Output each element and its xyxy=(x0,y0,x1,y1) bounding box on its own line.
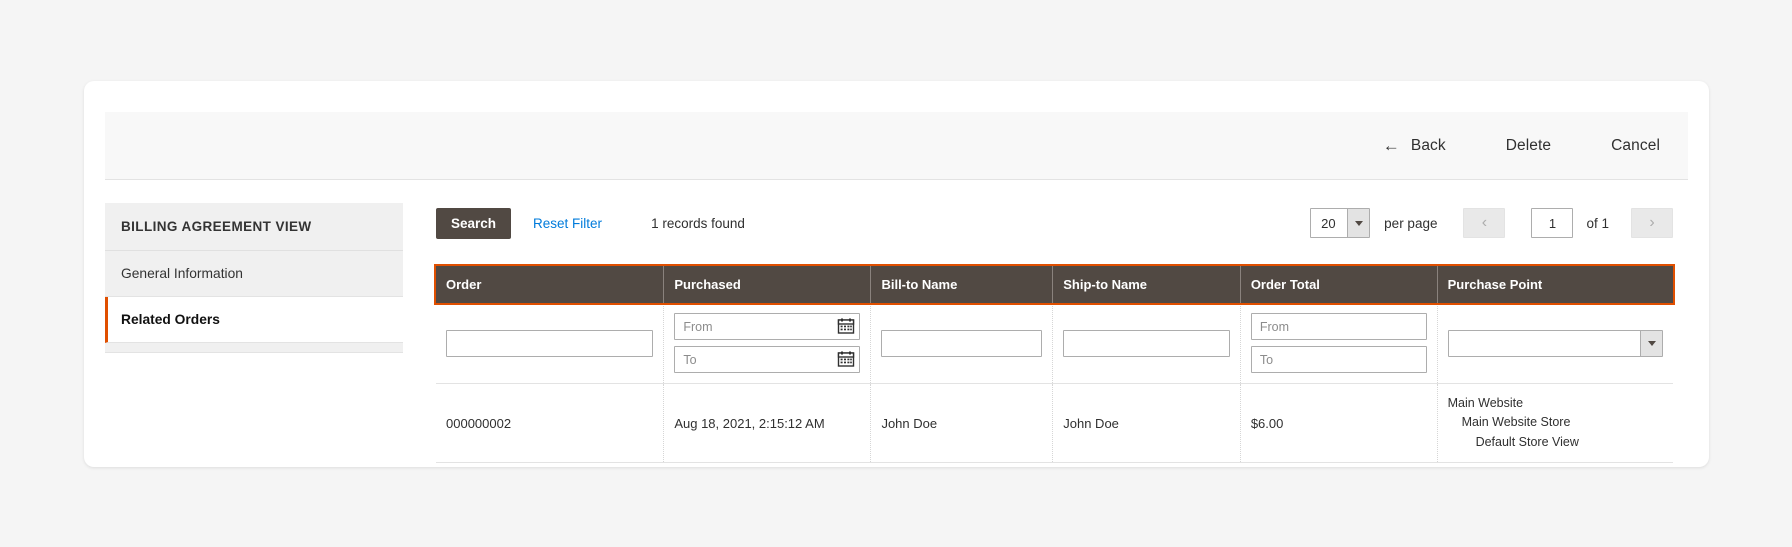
filter-cell-purchase-point xyxy=(1437,303,1673,384)
purchase-point-website: Main Website xyxy=(1447,396,1524,410)
column-header-bill-to-name[interactable]: Bill-to Name xyxy=(870,266,1054,303)
page-total-label: of 1 xyxy=(1586,215,1609,231)
filter-bill-to-name-input[interactable] xyxy=(881,329,1043,357)
cell-order-total: $6.00 xyxy=(1240,383,1438,464)
pager: 20 per page ‹ of 1 › xyxy=(1310,208,1673,238)
cell-bill-to-name: John Doe xyxy=(870,383,1054,464)
per-page-value: 20 xyxy=(1321,215,1336,231)
page-actions-bar: ← Back Delete Cancel xyxy=(105,112,1688,180)
table-row[interactable]: 000000002 Aug 18, 2021, 2:15:12 AM John … xyxy=(436,383,1673,464)
sidebar: BILLING AGREEMENT VIEW General Informati… xyxy=(105,203,403,353)
sidebar-item-label: General Information xyxy=(121,266,243,281)
filter-cell-order-total xyxy=(1240,303,1438,384)
sidebar-item-label: Related Orders xyxy=(121,312,220,327)
back-button[interactable]: ← Back xyxy=(1373,131,1456,161)
purchase-point-store-view: Default Store View xyxy=(1475,434,1579,449)
chevron-down-icon xyxy=(1640,330,1662,356)
filter-total-from-input[interactable] xyxy=(1250,313,1427,340)
per-page-label: per page xyxy=(1384,215,1438,231)
column-header-order[interactable]: Order xyxy=(436,266,665,303)
filter-purchased-to-input[interactable] xyxy=(674,346,861,373)
table-header-row: Order Purchased Bill-to Name Ship-to Nam… xyxy=(434,264,1675,305)
column-header-order-total[interactable]: Order Total xyxy=(1240,266,1438,303)
chevron-left-icon[interactable]: ‹ xyxy=(1463,208,1506,238)
table-filter-row xyxy=(436,303,1673,384)
sidebar-title: BILLING AGREEMENT VIEW xyxy=(105,203,403,251)
filter-cell-order xyxy=(436,303,665,384)
column-header-ship-to-name[interactable]: Ship-to Name xyxy=(1052,266,1241,303)
filter-purchased-to xyxy=(674,346,861,373)
chevron-down-icon xyxy=(1347,209,1370,237)
cell-order: 000000002 xyxy=(436,383,665,464)
main-content: Search Reset Filter 1 records found 20 p… xyxy=(434,203,1675,464)
filter-cell-ship-to-name xyxy=(1052,303,1241,384)
sidebar-item-related-orders[interactable]: Related Orders xyxy=(105,297,403,343)
search-button[interactable]: Search xyxy=(436,207,512,239)
calendar-icon[interactable] xyxy=(837,317,855,335)
filter-total-to xyxy=(1250,346,1427,373)
filter-total-to-input[interactable] xyxy=(1250,346,1427,373)
cell-purchase-point: Main Website Main Website Store Default … xyxy=(1437,383,1673,464)
filter-purchased-from-input[interactable] xyxy=(674,313,861,340)
sidebar-item-general-information[interactable]: General Information xyxy=(105,251,403,297)
reset-filter-link[interactable]: Reset Filter xyxy=(533,216,602,231)
filter-total-from xyxy=(1250,313,1427,340)
filter-purchased-from xyxy=(674,313,861,340)
cancel-button[interactable]: Cancel xyxy=(1601,131,1670,161)
grid-toolbar: Search Reset Filter 1 records found 20 p… xyxy=(436,203,1673,243)
filter-order-input[interactable] xyxy=(446,329,654,357)
page-card: ← Back Delete Cancel BILLING AGREEMENT V… xyxy=(84,81,1709,467)
filter-purchase-point-value xyxy=(1449,331,1640,356)
purchase-point-store: Main Website Store xyxy=(1461,415,1571,430)
filter-ship-to-name-input[interactable] xyxy=(1063,329,1230,357)
related-orders-table: Order Purchased Bill-to Name Ship-to Nam… xyxy=(434,264,1675,464)
page-number-input[interactable] xyxy=(1531,208,1574,238)
chevron-right-icon[interactable]: › xyxy=(1631,208,1673,238)
column-header-purchased[interactable]: Purchased xyxy=(663,266,872,303)
cell-ship-to-name: John Doe xyxy=(1052,383,1241,464)
filter-purchase-point-select[interactable] xyxy=(1447,329,1663,357)
sidebar-footer-strip xyxy=(105,343,403,353)
filter-cell-purchased xyxy=(663,303,872,384)
records-found-label: 1 records found xyxy=(651,215,745,231)
back-button-label: Back xyxy=(1410,136,1446,154)
per-page-select[interactable]: 20 xyxy=(1310,208,1371,238)
calendar-icon[interactable] xyxy=(837,350,855,368)
cell-purchased: Aug 18, 2021, 2:15:12 AM xyxy=(663,383,872,464)
column-header-purchase-point[interactable]: Purchase Point xyxy=(1437,266,1673,303)
arrow-left-icon: ← xyxy=(1382,136,1400,155)
filter-cell-bill-to-name xyxy=(870,303,1054,384)
delete-button[interactable]: Delete xyxy=(1496,131,1561,161)
